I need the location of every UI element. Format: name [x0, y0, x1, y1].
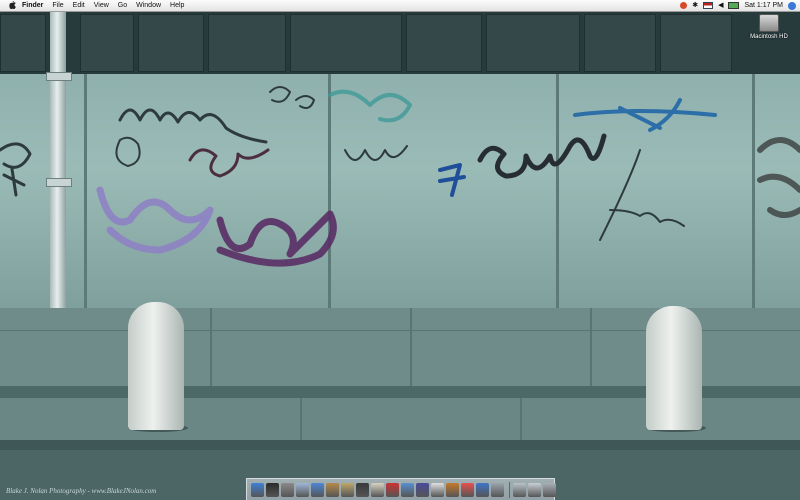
apple-icon[interactable] [9, 1, 16, 9]
menu-clock[interactable]: Sat 1:17 PM [744, 0, 783, 11]
safari-icon[interactable] [311, 482, 324, 497]
mail-icon[interactable] [296, 482, 309, 497]
slab-line [300, 398, 302, 440]
desktop-icon-label: Macintosh HD [750, 34, 788, 40]
garageband-icon[interactable] [401, 482, 414, 497]
battery-icon[interactable] [728, 2, 740, 9]
menu-finder[interactable]: Finder [22, 0, 43, 11]
pipe-joint [46, 72, 72, 81]
finder-icon[interactable] [251, 482, 264, 497]
trash-icon[interactable] [543, 482, 556, 497]
menu-bar: Finder File Edit View Go Window Help ✱ ◀… [0, 0, 800, 12]
desktop-icon-macintosh-hd[interactable]: Macintosh HD [744, 14, 794, 40]
spotlight-menu-icon[interactable] [680, 2, 688, 9]
documents-stack-icon[interactable] [528, 482, 541, 497]
menu-go[interactable]: Go [118, 0, 127, 11]
wallpaper-credit: Blake J. Nolan Photography - www.BlakeJN… [6, 487, 157, 495]
quicktime-icon[interactable] [476, 482, 489, 497]
menu-view[interactable]: View [94, 0, 109, 11]
address-book-icon[interactable] [326, 482, 339, 497]
slab-line [590, 308, 592, 386]
iphoto-icon[interactable] [371, 482, 384, 497]
menu-list: Finder File Edit View Go Window Help [22, 0, 193, 11]
ical-icon[interactable] [461, 482, 474, 497]
menu-window[interactable]: Window [136, 0, 161, 11]
volume-icon[interactable]: ◀ [718, 0, 723, 11]
menu-edit[interactable]: Edit [73, 0, 85, 11]
slab-line [520, 398, 522, 440]
hard-drive-icon [759, 14, 779, 32]
dock [246, 478, 556, 500]
gutter [0, 440, 800, 450]
ichat-icon[interactable] [341, 482, 354, 497]
spotlight-icon[interactable] [788, 1, 796, 10]
menu-file[interactable]: File [52, 0, 63, 11]
menu-extras: ✱ ◀ Sat 1:17 PM [675, 0, 796, 11]
pipe-joint [46, 178, 72, 187]
dashboard-icon[interactable] [266, 482, 279, 497]
bollard-left [128, 302, 184, 430]
flag-icon[interactable] [703, 2, 714, 9]
guitar-icon[interactable] [446, 482, 459, 497]
dock-separator [509, 481, 510, 498]
slab-line [210, 308, 212, 386]
bollard-right [646, 306, 702, 430]
system-preferences-icon[interactable] [281, 482, 294, 497]
iweb-icon[interactable] [431, 482, 444, 497]
imovie-icon[interactable] [386, 482, 399, 497]
bluetooth-icon[interactable]: ✱ [692, 0, 698, 11]
preview-icon[interactable] [491, 482, 504, 497]
menu-help[interactable]: Help [170, 0, 184, 11]
itunes-icon[interactable] [356, 482, 369, 497]
idvd-icon[interactable] [416, 482, 429, 497]
drain-pipe [50, 12, 66, 310]
slab-line [410, 308, 412, 386]
applications-stack-icon[interactable] [513, 482, 526, 497]
